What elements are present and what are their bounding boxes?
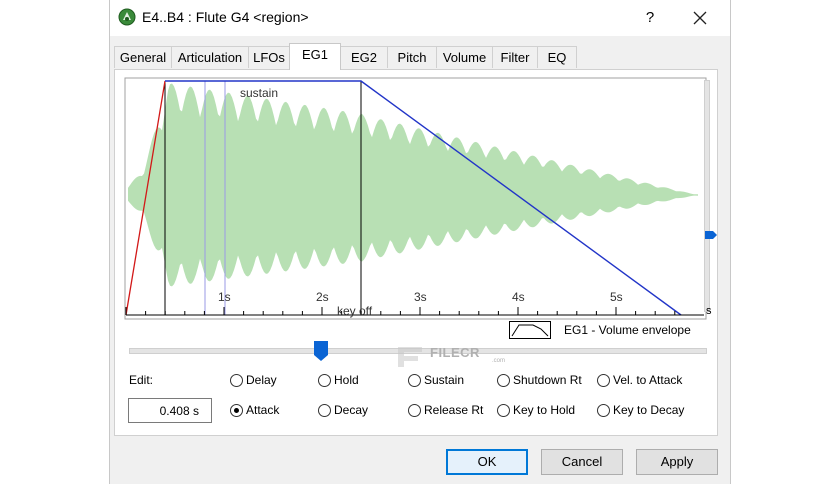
radio-circle — [497, 404, 510, 418]
tick-label-1s: 1s — [218, 290, 231, 304]
tab-filter[interactable]: Filter — [492, 46, 538, 68]
envelope-graph[interactable]: sustain 1s 2s 3s 4s 5s key off — [124, 77, 707, 320]
watermark-text: FILECR — [430, 345, 480, 360]
radio-delay[interactable]: Delay — [230, 372, 277, 388]
radio-circle — [408, 404, 421, 418]
vertical-zoom-track[interactable] — [704, 80, 710, 312]
radio-circle — [408, 374, 421, 388]
radio-vel-to-attack[interactable]: Vel. to Attack — [597, 372, 682, 388]
tab-eg2[interactable]: EG2 — [340, 46, 388, 68]
apply-button[interactable]: Apply — [636, 449, 718, 475]
radio-key-to-decay[interactable]: Key to Decay — [597, 402, 684, 418]
radio-shutdown-rt[interactable]: Shutdown Rt — [497, 372, 582, 388]
tab-volume[interactable]: Volume — [436, 46, 493, 68]
close-button[interactable] — [682, 6, 718, 30]
time-unit-label: s — [706, 305, 712, 317]
tab-pitch[interactable]: Pitch — [387, 46, 437, 68]
close-icon — [693, 11, 707, 25]
ok-button[interactable]: OK — [446, 449, 528, 475]
radio-key-to-hold[interactable]: Key to Hold — [497, 402, 575, 418]
cancel-button[interactable]: Cancel — [541, 449, 623, 475]
radio-decay[interactable]: Decay — [318, 402, 368, 418]
tick-label-5s: 5s — [610, 290, 623, 304]
radio-circle — [318, 374, 331, 388]
radio-circle — [318, 404, 331, 418]
sustain-label: sustain — [240, 86, 278, 100]
tab-eg1[interactable]: EG1 — [289, 43, 341, 70]
envelope-shape-icon — [509, 321, 551, 339]
tick-label-2s: 2s — [316, 290, 329, 304]
radio-circle — [230, 404, 243, 418]
title-bar: E4..B4 : Flute G4 <region> ? — [110, 0, 730, 36]
radio-hold[interactable]: Hold — [318, 372, 359, 388]
radio-circle — [230, 374, 243, 388]
tab-articulation[interactable]: Articulation — [171, 46, 249, 68]
edit-value-field[interactable]: 0.408 s — [128, 398, 212, 423]
app-icon — [118, 8, 136, 26]
tab-eq[interactable]: EQ — [537, 46, 577, 68]
keyoff-label: key off — [337, 304, 373, 318]
tab-general[interactable]: General — [114, 46, 172, 68]
tick-label-4s: 4s — [512, 290, 525, 304]
envelope-legend: EG1 - Volume envelope — [564, 323, 691, 337]
edit-label: Edit: — [129, 373, 154, 387]
tab-lfos[interactable]: LFOs — [248, 46, 290, 68]
radio-circle — [497, 374, 510, 388]
radio-attack[interactable]: Attack — [230, 402, 279, 418]
radio-circle — [597, 404, 610, 418]
help-button[interactable]: ? — [632, 6, 668, 30]
radio-circle — [597, 374, 610, 388]
radio-sustain[interactable]: Sustain — [408, 372, 464, 388]
radio-release-rt[interactable]: Release Rt — [408, 402, 483, 418]
window-title: E4..B4 : Flute G4 <region> — [142, 9, 309, 25]
edit-slider-thumb[interactable] — [314, 341, 328, 361]
watermark-subtext: .com — [492, 358, 506, 364]
vertical-zoom-thumb[interactable] — [705, 230, 717, 240]
tick-label-3s: 3s — [414, 290, 427, 304]
